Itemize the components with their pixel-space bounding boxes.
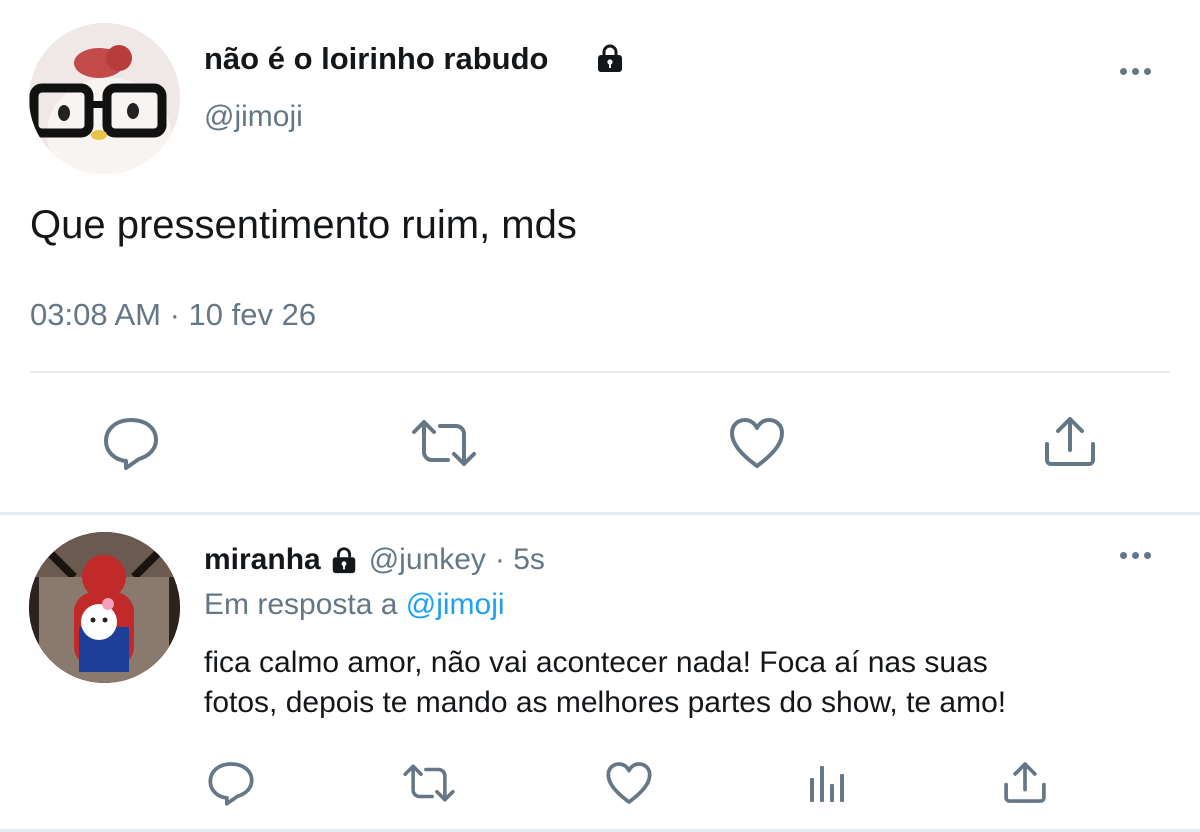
reply-handle[interactable]: @junkey [369, 543, 486, 577]
reply-time[interactable]: · 5s [495, 543, 545, 577]
like-icon[interactable] [605, 760, 653, 806]
tweet-text: Que pressentimento ruim, mds [30, 203, 577, 247]
reply-icon[interactable] [102, 416, 160, 470]
lock-icon [598, 44, 622, 72]
reply-header: miranha @junkey · 5s [204, 540, 545, 580]
reply-to-link[interactable]: @jimoji [406, 588, 505, 621]
divider-top [30, 371, 1170, 373]
more-options-icon[interactable] [1120, 68, 1151, 75]
reply-icon[interactable] [207, 760, 255, 806]
reply-context: Em resposta a @jimoji [204, 586, 505, 624]
avatar-image [29, 532, 180, 683]
reply-avatar[interactable] [29, 532, 180, 683]
reply-text-line2: fotos, depois te mando as melhores parte… [204, 686, 1007, 719]
retweet-icon[interactable] [410, 418, 478, 468]
share-icon[interactable] [1002, 760, 1048, 806]
divider-section [0, 512, 1200, 515]
analytics-icon[interactable] [806, 760, 848, 804]
main-avatar[interactable] [29, 23, 180, 174]
avatar-image [29, 23, 180, 174]
main-handle[interactable]: @jimoji [204, 98, 303, 136]
tweet-timestamp[interactable]: 03:08 AM · 10 fev 26 [30, 296, 316, 334]
lock-icon [332, 547, 355, 574]
main-display-name[interactable]: não é o loirinho rabudo [204, 40, 548, 78]
share-icon[interactable] [1042, 414, 1098, 470]
like-icon[interactable] [728, 416, 786, 470]
reply-text-line1: fica calmo amor, não vai acontecer nada!… [204, 646, 988, 679]
reply-prefix: Em resposta a [204, 588, 398, 621]
retweet-icon[interactable] [402, 762, 456, 804]
reply-more-options-icon[interactable] [1120, 552, 1151, 559]
reply-display-name[interactable]: miranha [204, 543, 321, 577]
